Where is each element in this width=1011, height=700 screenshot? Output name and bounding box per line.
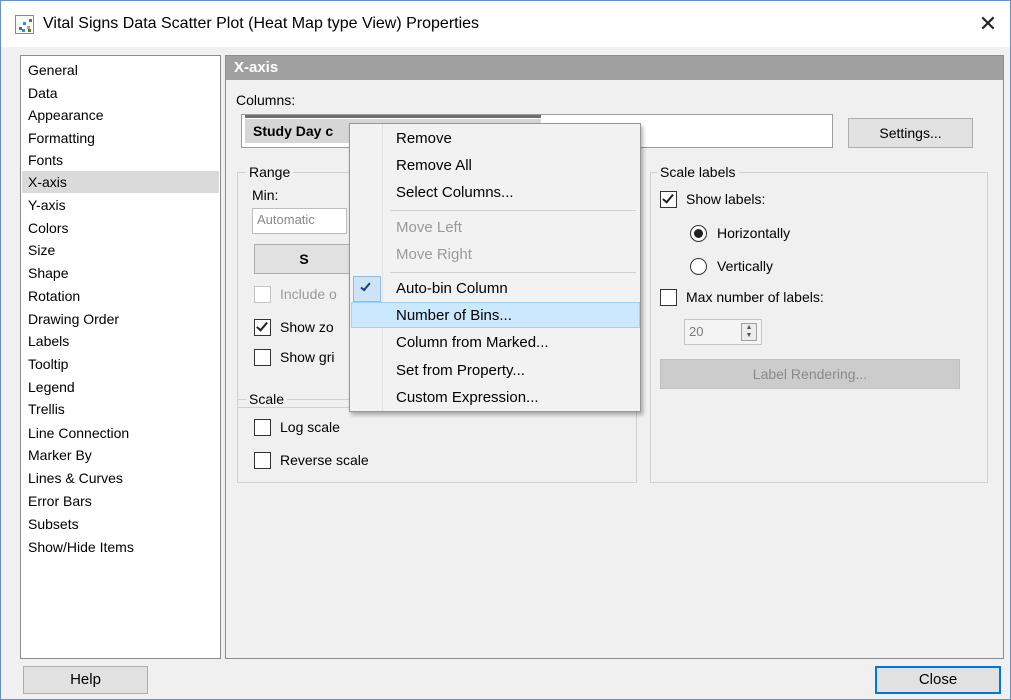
column-chip-strip <box>245 115 541 118</box>
show-labels-label: Show labels: <box>686 191 766 207</box>
set-range-button[interactable]: S <box>254 244 354 274</box>
settings-button[interactable]: Settings... <box>848 118 973 148</box>
nav-item-shape[interactable]: Shape <box>22 262 219 284</box>
menu-separator <box>390 272 636 273</box>
columns-label: Columns: <box>236 92 296 108</box>
column-context-menu: Remove Remove All Select Columns... Move… <box>349 123 641 412</box>
check-icon <box>662 191 674 204</box>
scale-title: Scale <box>246 391 288 407</box>
menu-item-remove-all[interactable]: Remove All <box>352 153 638 179</box>
nav-item-general[interactable]: General <box>22 59 219 81</box>
reverse-scale-checkbox[interactable] <box>254 452 271 469</box>
show-zoom-checkbox[interactable] <box>254 319 271 336</box>
menu-item-set-from-property[interactable]: Set from Property... <box>352 358 638 384</box>
nav-item-show-hide-items[interactable]: Show/Hide Items <box>22 536 219 558</box>
include-origin-checkbox[interactable] <box>254 286 271 303</box>
menu-item-move-right[interactable]: Move Right <box>352 242 638 268</box>
label-rendering-button[interactable]: Label Rendering... <box>660 359 960 389</box>
min-label: Min: <box>252 187 279 203</box>
show-labels-checkbox[interactable] <box>660 191 677 208</box>
nav-item-size[interactable]: Size <box>22 239 219 261</box>
include-origin-label: Include o <box>280 286 337 302</box>
nav-item-lines-curves[interactable]: Lines & Curves <box>22 467 219 489</box>
properties-dialog: Vital Signs Data Scatter Plot (Heat Map … <box>0 0 1011 700</box>
min-input[interactable]: Automatic <box>252 208 347 234</box>
show-grid-checkbox[interactable] <box>254 349 271 366</box>
panel-title: X-axis <box>226 56 1003 80</box>
nav-item-data[interactable]: Data <box>22 82 219 104</box>
nav-item-colors[interactable]: Colors <box>22 217 219 239</box>
title-bar: Vital Signs Data Scatter Plot (Heat Map … <box>1 1 1010 47</box>
scale-labels-title: Scale labels <box>657 164 739 180</box>
nav-item-line-connection[interactable]: Line Connection <box>22 422 219 444</box>
window-title: Vital Signs Data Scatter Plot (Heat Map … <box>43 15 480 32</box>
nav-item-error-bars[interactable]: Error Bars <box>22 490 219 512</box>
vertically-label: Vertically <box>717 258 774 274</box>
menu-item-select-columns[interactable]: Select Columns... <box>352 180 638 206</box>
horizontally-label: Horizontally <box>717 225 791 241</box>
max-labels-value: 20 <box>689 324 704 339</box>
log-scale-label: Log scale <box>280 419 340 435</box>
nav-item-rotation[interactable]: Rotation <box>22 285 219 307</box>
nav-item-x-axis[interactable]: X-axis <box>22 171 219 193</box>
menu-item-auto-bin-column[interactable]: Auto-bin Column <box>352 276 638 302</box>
menu-item-remove[interactable]: Remove <box>352 126 638 152</box>
close-button[interactable]: Close <box>875 666 1001 694</box>
nav-item-trellis[interactable]: Trellis <box>22 398 219 420</box>
max-labels-label: Max number of labels: <box>686 289 824 305</box>
log-scale-checkbox[interactable] <box>254 419 271 436</box>
menu-separator <box>390 210 636 211</box>
spinner-arrows-icon[interactable]: ▲ ▼ <box>741 323 757 341</box>
nav-item-tooltip[interactable]: Tooltip <box>22 353 219 375</box>
nav-item-marker-by[interactable]: Marker By <box>22 444 219 466</box>
help-button[interactable]: Help <box>23 666 148 694</box>
menu-item-number-of-bins[interactable]: Number of Bins... <box>351 302 640 328</box>
category-list: General Data Appearance Formatting Fonts… <box>20 55 221 659</box>
nav-item-subsets[interactable]: Subsets <box>22 513 219 535</box>
nav-item-fonts[interactable]: Fonts <box>22 149 219 171</box>
show-grid-label: Show gri <box>280 349 335 365</box>
range-title: Range <box>246 164 294 180</box>
show-zoom-label: Show zo <box>280 319 334 335</box>
reverse-scale-label: Reverse scale <box>280 452 369 468</box>
max-labels-checkbox[interactable] <box>660 289 677 306</box>
nav-item-formatting[interactable]: Formatting <box>22 127 219 149</box>
scatter-plot-icon <box>15 15 34 34</box>
check-icon <box>256 319 268 332</box>
menu-item-move-left[interactable]: Move Left <box>352 215 638 241</box>
menu-item-custom-expression[interactable]: Custom Expression... <box>352 385 638 411</box>
radio-dot-icon <box>694 229 703 238</box>
nav-item-legend[interactable]: Legend <box>22 376 219 398</box>
checkmark-icon <box>353 276 381 302</box>
nav-item-drawing-order[interactable]: Drawing Order <box>22 308 219 330</box>
menu-item-column-from-marked[interactable]: Column from Marked... <box>352 330 638 356</box>
horizontally-radio[interactable] <box>690 225 707 242</box>
nav-item-appearance[interactable]: Appearance <box>22 104 219 126</box>
max-labels-spinner[interactable]: 20 ▲ ▼ <box>684 319 762 345</box>
nav-item-y-axis[interactable]: Y-axis <box>22 194 219 216</box>
nav-item-labels[interactable]: Labels <box>22 330 219 352</box>
close-icon[interactable]: ✕ <box>973 9 1003 39</box>
vertically-radio[interactable] <box>690 258 707 275</box>
